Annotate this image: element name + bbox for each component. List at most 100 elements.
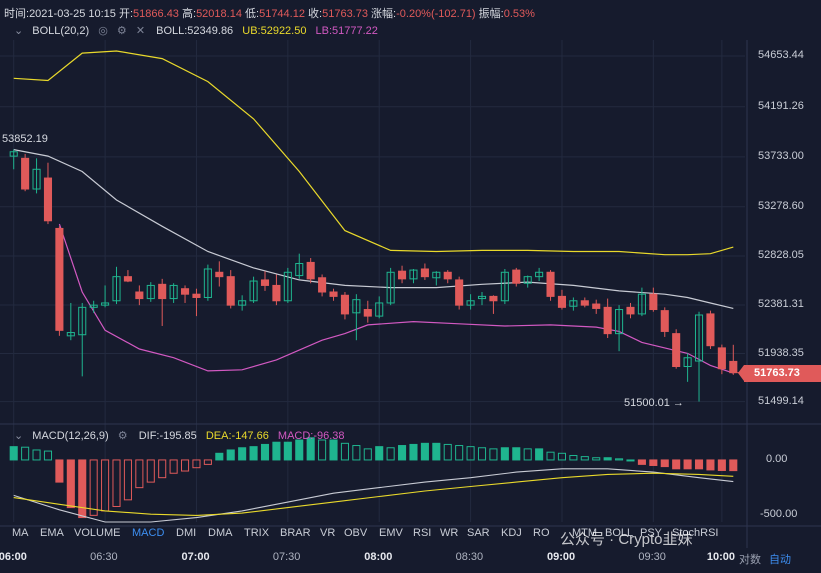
indicator-tab-vr[interactable]: VR	[320, 527, 335, 539]
macd-bar	[683, 459, 692, 470]
price-axis-label: 53278.60	[758, 199, 804, 212]
low-marker-label: 51500.01 →	[624, 397, 684, 409]
candle	[112, 266, 121, 305]
candle-body	[443, 271, 452, 280]
macd-bar	[112, 459, 121, 507]
time-axis-label: 10:00	[706, 551, 735, 563]
candle	[660, 307, 669, 337]
indicator-tab-dma[interactable]: DMA	[208, 527, 232, 539]
candle	[443, 270, 452, 284]
candle	[363, 300, 372, 323]
macd-bar	[706, 459, 715, 471]
candle-body	[363, 309, 372, 317]
macd-bar	[340, 442, 349, 461]
macd-bar	[9, 446, 18, 461]
macd-bar	[649, 459, 658, 466]
candle	[432, 271, 441, 286]
indicator-tab-kdj[interactable]: KDJ	[501, 527, 522, 539]
indicator-tab-trix[interactable]: TRIX	[244, 527, 269, 539]
candle	[306, 258, 315, 284]
candle	[123, 270, 132, 283]
auto-scale-toggle[interactable]: 自动	[769, 554, 791, 566]
candle-body	[398, 270, 407, 280]
macd-bar	[43, 450, 53, 461]
candlestick-plot	[9, 50, 745, 402]
candle	[158, 278, 167, 326]
indicator-tab-wr[interactable]: WR	[440, 527, 458, 539]
indicator-tab-emv[interactable]: EMV	[379, 527, 403, 539]
candle	[535, 267, 544, 282]
candle-body	[512, 269, 521, 284]
candle	[135, 285, 144, 306]
candle	[180, 285, 190, 303]
candle	[101, 285, 110, 308]
candle	[420, 263, 429, 280]
price-chart[interactable]	[0, 0, 821, 573]
macd-bar	[215, 452, 224, 461]
macd-bar	[420, 442, 429, 461]
macd-gear-icon[interactable]: ⚙	[118, 429, 128, 442]
current-price-tag: 51763.73	[738, 365, 821, 382]
macd-bar	[78, 459, 87, 519]
candle-body	[626, 306, 635, 315]
candle	[477, 292, 487, 306]
indicator-tab-rsi[interactable]: RSI	[413, 527, 431, 539]
macd-dea-line	[13, 472, 734, 516]
candle	[706, 310, 715, 349]
indicator-tab-sar[interactable]: SAR	[467, 527, 490, 539]
indicator-tab-ema[interactable]: EMA	[40, 527, 64, 539]
macd-dif-value: DIF:-195.85	[138, 430, 197, 442]
macd-bar	[729, 459, 738, 472]
candle	[260, 271, 270, 291]
candle-body	[546, 271, 555, 297]
candle-body	[318, 277, 327, 293]
candle	[546, 270, 555, 301]
candle	[249, 276, 258, 303]
candle-body	[706, 313, 715, 347]
indicator-tab-ro[interactable]: RO	[533, 527, 550, 539]
candle	[375, 296, 384, 319]
indicator-tab-volume[interactable]: VOLUME	[74, 527, 120, 539]
indicator-tab-dmi[interactable]: DMI	[176, 527, 196, 539]
macd-bar	[660, 459, 669, 468]
candle-body	[135, 291, 144, 300]
collapse-macd-icon[interactable]: ⌄	[14, 430, 23, 442]
macd-bar	[535, 448, 544, 461]
candle-body	[158, 283, 167, 300]
candle	[455, 276, 464, 310]
candle-body	[192, 293, 201, 298]
indicator-tab-ma[interactable]: MA	[12, 527, 29, 539]
candle	[398, 265, 407, 284]
macd-bar	[158, 459, 167, 479]
indicator-tab-brar[interactable]: BRAR	[280, 527, 311, 539]
log-scale-toggle[interactable]: 对数	[739, 554, 761, 566]
candle-body	[557, 295, 567, 308]
chart-grid	[0, 40, 821, 548]
macd-bar	[386, 447, 395, 461]
macd-bar	[489, 448, 498, 461]
macd-bar	[694, 459, 704, 470]
indicator-tab-obv[interactable]: OBV	[344, 527, 367, 539]
candle	[580, 297, 589, 308]
time-axis-label: 06:30	[90, 551, 118, 563]
candle	[500, 268, 509, 305]
candle	[672, 329, 681, 369]
macd-plot	[9, 437, 738, 523]
candle-body	[329, 291, 338, 297]
price-axis-label: 51938.35	[758, 346, 804, 359]
macd-dea-value: DEA:-147.66	[205, 430, 269, 442]
macd-bar	[226, 449, 235, 461]
candle-body	[340, 294, 349, 315]
boll-upper-line	[13, 50, 734, 256]
time-axis-label: 06:00	[0, 551, 27, 563]
high-marker-label: 53852.19	[2, 133, 48, 145]
candle	[55, 226, 64, 336]
candle	[386, 267, 395, 306]
candle-body	[123, 276, 132, 282]
macd-bar	[592, 457, 601, 461]
macd-bar	[717, 459, 726, 471]
price-axis-label: 51499.14	[758, 394, 804, 407]
candle-body	[215, 271, 224, 278]
indicator-tab-macd[interactable]: MACD	[132, 527, 164, 539]
macd-bar	[569, 455, 578, 461]
